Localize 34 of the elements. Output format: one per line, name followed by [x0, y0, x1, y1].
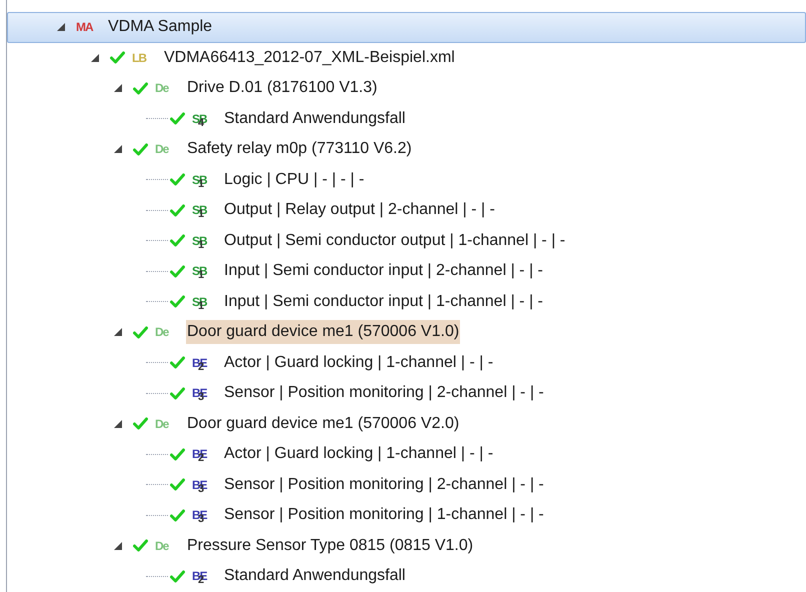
collapse-icon[interactable]: [113, 540, 123, 551]
node-label[interactable]: Input | Semi conductor input | 2-channel | - | -: [223, 259, 544, 284]
collapse-icon[interactable]: [90, 52, 100, 63]
collapse-icon[interactable]: [56, 22, 66, 32]
collapse-icon[interactable]: [113, 144, 123, 154]
node-type-icon: MA: [76, 21, 98, 34]
node-label[interactable]: Sensor | Position monitoring | 2-channel | - | -: [223, 472, 545, 497]
node-label[interactable]: Door guard device me1 (570006 V2.0): [186, 412, 460, 436]
node-type-icon: De: [155, 326, 177, 338]
collapse-icon[interactable]: [113, 327, 123, 338]
node-label[interactable]: Logic | CPU | - | - | -: [223, 168, 366, 192]
node-label[interactable]: Sensor | Position monitoring | 2-channel | - | -: [223, 381, 545, 406]
node-label[interactable]: Drive D.01 (8176100 V1.3): [186, 76, 378, 100]
node-label[interactable]: Sensor | Position monitoring | 1-channel | - | -: [223, 503, 545, 528]
node-type-icon: De: [155, 540, 177, 552]
collapse-icon[interactable]: [113, 418, 123, 429]
node-label[interactable]: Safety relay m0p (773110 V6.2): [186, 137, 413, 162]
node-label[interactable]: Actor | Guard locking | 1-channel | - | -: [223, 350, 494, 375]
node-type-icon: De: [155, 143, 177, 156]
node-label[interactable]: Actor | Guard locking | 1-channel | - | -: [223, 442, 494, 466]
node-label[interactable]: Input | Semi conductor input | 1-channel | - | -: [223, 290, 544, 314]
node-label[interactable]: Standard Anwendungsfall: [223, 564, 406, 588]
node-label[interactable]: Output | Relay output | 2-channel | - | -: [223, 198, 496, 222]
node-label[interactable]: Door guard device me1 (570006 V1.0): [186, 320, 460, 344]
node-label[interactable]: Standard Anwendungsfall: [223, 106, 406, 131]
node-type-icon: LB: [132, 52, 154, 64]
node-label[interactable]: Pressure Sensor Type 0815 (0815 V1.0): [186, 534, 474, 558]
node-label[interactable]: VDMA Sample: [107, 15, 214, 40]
node-label[interactable]: Output | Semi conductor output | 1-channel | - | -: [223, 228, 566, 253]
node-label[interactable]: VDMA66413_2012-07_XML-Beispiel.xml: [163, 46, 456, 70]
tree-row-selected[interactable]: MA VDMA Sample: [7, 12, 806, 42]
node-type-icon: De: [155, 418, 177, 430]
collapse-icon[interactable]: [113, 83, 123, 94]
node-type-icon: De: [155, 82, 177, 94]
